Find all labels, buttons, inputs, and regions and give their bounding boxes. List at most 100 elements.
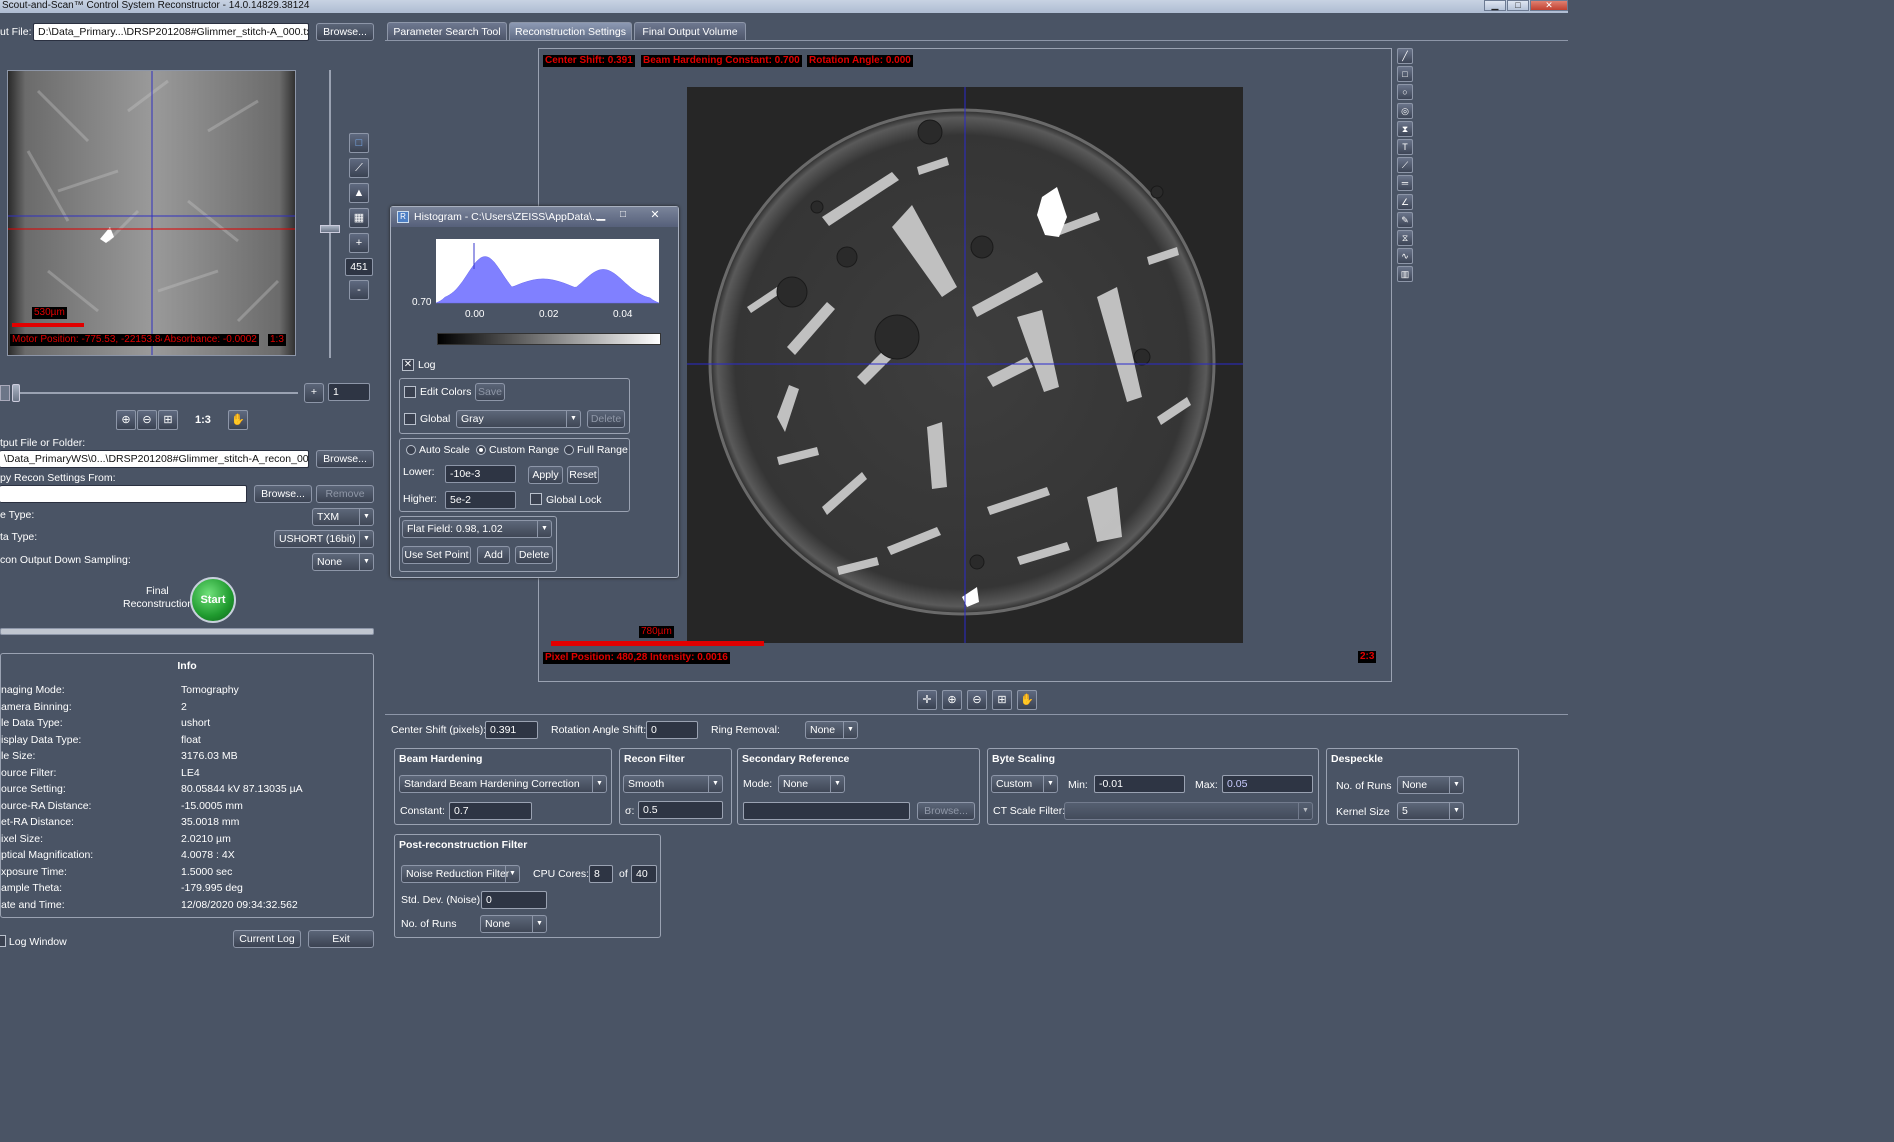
curve-icon[interactable]: ∿: [1397, 248, 1413, 265]
chevron-down-icon: ▼: [830, 776, 844, 792]
circle-target-icon[interactable]: ◎: [1397, 102, 1413, 119]
slice-number-field[interactable]: 451: [345, 258, 373, 276]
current-log-button[interactable]: Current Log: [233, 930, 301, 948]
projection-view[interactable]: 530µm Motor Position: -775.53, -22153.84…: [7, 70, 296, 356]
max-field[interactable]: 0.05: [1222, 775, 1313, 793]
edit-colors-checkbox[interactable]: [404, 386, 416, 398]
pan-hand-icon[interactable]: ✋: [1017, 690, 1037, 710]
line-profile-icon[interactable]: ⟋: [349, 158, 369, 178]
tab-reconstruction-settings[interactable]: Reconstruction Settings: [509, 22, 632, 40]
pan-hand-icon[interactable]: ✋: [228, 410, 248, 430]
bars-icon[interactable]: ▥: [1397, 266, 1413, 283]
ring-removal-select[interactable]: None ▼: [805, 721, 858, 739]
output-browse-button[interactable]: Browse...: [316, 450, 374, 468]
sigma-field[interactable]: 0.5: [638, 801, 723, 819]
tab-final-output-volume[interactable]: Final Output Volume: [634, 22, 746, 40]
minimize-icon[interactable]: ▁: [591, 209, 611, 223]
copy-remove-button[interactable]: Remove: [316, 485, 374, 503]
full-range-radio[interactable]: [564, 445, 574, 455]
maximize-icon[interactable]: □: [1507, 0, 1529, 11]
log-window-checkbox[interactable]: [0, 935, 6, 947]
global-checkbox[interactable]: [404, 413, 416, 425]
rotation-shift-field[interactable]: 0: [646, 721, 698, 739]
zoom-fit-icon[interactable]: ⊞: [992, 690, 1012, 710]
frame-slider-left[interactable]: [0, 385, 10, 401]
log-checkbox[interactable]: ✕: [402, 359, 414, 371]
secondary-reference-path[interactable]: [743, 802, 910, 820]
line-tool-icon[interactable]: ╱: [1397, 48, 1413, 64]
post-filter-select[interactable]: Noise Reduction Filter ▼: [401, 865, 520, 883]
add-button[interactable]: Add: [477, 546, 510, 564]
frame-slider-track[interactable]: [12, 392, 298, 394]
vertical-slider-thumb[interactable]: [320, 225, 340, 233]
zoom-out-icon[interactable]: ⊖: [967, 690, 987, 710]
custom-range-radio[interactable]: [476, 445, 486, 455]
delete-setpoint-button[interactable]: Delete: [515, 546, 553, 564]
frame-number-field[interactable]: 1: [328, 383, 370, 401]
auto-scale-radio[interactable]: [406, 445, 416, 455]
profile-icon[interactable]: ⟋: [1397, 157, 1413, 174]
colormap-select[interactable]: Gray ▼: [456, 410, 581, 428]
zoom-minus-button[interactable]: -: [349, 280, 369, 300]
downsampling-select[interactable]: None ▼: [312, 553, 374, 571]
reset-button[interactable]: Reset: [567, 466, 599, 484]
cpu-cores-field[interactable]: 8: [589, 865, 613, 883]
recon-filter-select[interactable]: Smooth ▼: [623, 775, 723, 793]
rectangle-tool-icon[interactable]: □: [1397, 66, 1413, 83]
pen-icon[interactable]: ✎: [1397, 211, 1413, 228]
file-type-select[interactable]: TXM ▼: [312, 508, 374, 526]
data-type-select[interactable]: USHORT (16bit) ▼: [274, 530, 374, 548]
hourglass-icon[interactable]: ⧗: [1397, 120, 1413, 137]
input-browse-button[interactable]: Browse...: [316, 23, 374, 41]
lower-field[interactable]: -10e-3: [445, 465, 516, 483]
text-tool-icon[interactable]: T: [1397, 139, 1413, 155]
zoom-in-icon[interactable]: ⊕: [942, 690, 962, 710]
zoom-fit-icon[interactable]: ⊞: [158, 410, 178, 430]
histogram-titlebar[interactable]: R Histogram - C:\Users\ZEISS\AppData\...…: [391, 207, 678, 227]
start-button[interactable]: Start: [190, 577, 236, 623]
output-file-field[interactable]: \Data_PrimaryWS\0...\DRSP201208#Glimmer_…: [0, 450, 309, 468]
beam-hardening-select[interactable]: Standard Beam Hardening Correction ▼: [399, 775, 607, 793]
histogram-tool-icon[interactable]: ⧖: [1397, 230, 1413, 246]
use-set-point-button[interactable]: Use Set Point: [402, 546, 471, 564]
maximize-icon[interactable]: □: [613, 209, 633, 223]
frame-slider-thumb[interactable]: [12, 384, 20, 402]
delete-colormap-button[interactable]: Delete: [587, 410, 625, 428]
post-runs-select[interactable]: None ▼: [480, 915, 547, 933]
grid-icon[interactable]: ▦: [349, 208, 369, 228]
ct-scale-filter-select[interactable]: ▼: [1064, 802, 1313, 820]
secondary-browse-button[interactable]: Browse...: [917, 802, 975, 820]
rect-select-icon[interactable]: □: [349, 133, 369, 153]
vertical-slider-track[interactable]: [329, 70, 331, 358]
crosshair-icon[interactable]: ✛: [917, 690, 937, 710]
constant-field[interactable]: 0.7: [449, 802, 532, 820]
horizontal-line-icon[interactable]: ═: [1397, 175, 1413, 192]
higher-field[interactable]: 5e-2: [445, 491, 516, 509]
mode-select[interactable]: None ▼: [778, 775, 845, 793]
despeckle-runs-select[interactable]: None ▼: [1397, 776, 1464, 794]
exit-button[interactable]: Exit: [308, 930, 374, 948]
copy-browse-button[interactable]: Browse...: [254, 485, 312, 503]
zoom-plus-button[interactable]: +: [349, 233, 369, 253]
close-icon[interactable]: ✕: [1530, 0, 1568, 11]
zoom-in-icon[interactable]: ⊕: [116, 410, 136, 430]
tab-parameter-search[interactable]: Parameter Search Tool: [387, 22, 507, 40]
histogram-icon[interactable]: ▲: [349, 183, 369, 203]
flat-field-select[interactable]: Flat Field: 0.98, 1.02 ▼: [402, 520, 552, 538]
byte-scaling-select[interactable]: Custom ▼: [991, 775, 1058, 793]
angle-icon[interactable]: ∠: [1397, 193, 1413, 210]
min-field[interactable]: -0.01: [1094, 775, 1185, 793]
frame-plus-button[interactable]: +: [304, 383, 324, 403]
minimize-icon[interactable]: ▁: [1484, 0, 1506, 11]
zoom-out-icon[interactable]: ⊖: [137, 410, 157, 430]
save-colors-button[interactable]: Save: [475, 383, 505, 401]
input-file-field[interactable]: D:\Data_Primary...\DRSP201208#Glimmer_st…: [33, 23, 309, 41]
copy-settings-field[interactable]: [0, 485, 247, 503]
apply-button[interactable]: Apply: [528, 466, 563, 484]
close-icon[interactable]: ✕: [645, 209, 665, 223]
kernel-size-select[interactable]: 5 ▼: [1397, 802, 1464, 820]
global-lock-checkbox[interactable]: [530, 493, 542, 505]
ellipse-tool-icon[interactable]: ○: [1397, 84, 1413, 101]
center-shift-field[interactable]: 0.391: [485, 721, 538, 739]
std-dev-field[interactable]: 0: [481, 891, 547, 909]
